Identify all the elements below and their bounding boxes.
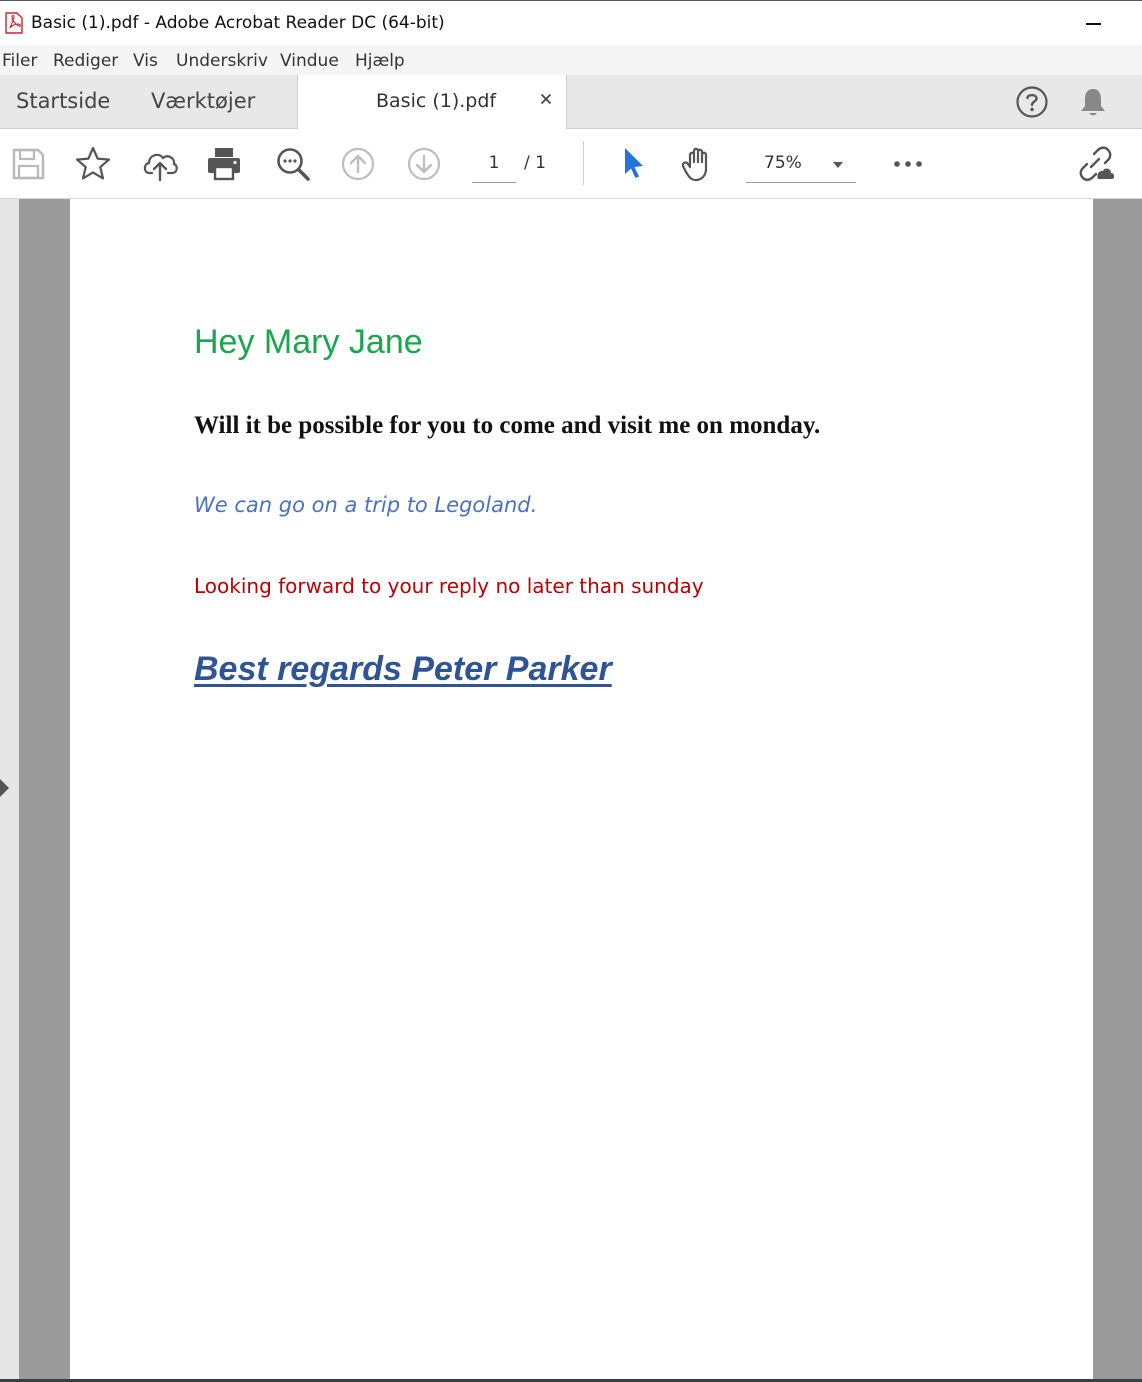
tab-document[interactable]: Basic (1).pdf — [297, 75, 567, 129]
star-icon[interactable] — [74, 145, 112, 183]
tab-home[interactable]: Startside — [16, 89, 110, 113]
toolbar-divider — [583, 141, 584, 185]
select-cursor-icon[interactable] — [614, 145, 652, 183]
more-icon[interactable] — [889, 145, 927, 183]
left-panel-collapsed — [0, 199, 19, 1379]
zoom-dropdown[interactable]: 75% — [746, 147, 856, 183]
zoom-search-icon[interactable] — [274, 145, 312, 183]
menu-filer[interactable]: Filer — [2, 51, 37, 71]
help-icon[interactable] — [1015, 85, 1049, 119]
page-down-icon[interactable] — [405, 145, 443, 183]
window-title: Basic (1).pdf - Adobe Acrobat Reader DC … — [31, 13, 445, 33]
main-toolbar: 1 / 1 75% — [0, 129, 1142, 199]
letter-greeting: Hey Mary Jane — [194, 323, 423, 361]
letter-question: Will it be possible for you to come and … — [194, 412, 821, 439]
tab-tools[interactable]: Værktøjer — [151, 89, 255, 113]
letter-suggestion: We can go on a trip to Legoland. — [194, 493, 538, 517]
notification-bell-icon[interactable] — [1078, 86, 1108, 118]
document-viewer[interactable]: Hey Mary Jane Will it be possible for yo… — [0, 199, 1142, 1379]
menu-underskriv[interactable]: Underskriv — [176, 51, 268, 71]
upload-cloud-icon[interactable] — [141, 145, 179, 183]
print-icon[interactable] — [205, 145, 243, 183]
document-tab-label: Basic (1).pdf — [376, 90, 497, 112]
hand-tool-icon[interactable] — [679, 145, 717, 183]
page-total: / 1 — [524, 153, 546, 173]
window-title-bar: Basic (1).pdf - Adobe Acrobat Reader DC … — [0, 0, 1142, 45]
pdf-page: Hey Mary Jane Will it be possible for yo… — [70, 199, 1093, 1379]
menu-bar: Filer Rediger Vis Underskriv Vindue Hjæl… — [0, 45, 1142, 75]
letter-request: Looking forward to your reply no later t… — [194, 574, 704, 598]
close-icon[interactable] — [538, 91, 554, 107]
expand-panel-icon[interactable] — [0, 779, 10, 797]
page-number-input[interactable]: 1 — [472, 147, 516, 183]
minimize-button[interactable] — [1080, 11, 1110, 37]
tab-bar: Startside Værktøjer Basic (1).pdf — [0, 75, 1142, 129]
menu-rediger[interactable]: Rediger — [53, 51, 118, 71]
page-up-icon[interactable] — [339, 145, 377, 183]
zoom-value: 75% — [764, 153, 802, 173]
save-icon[interactable] — [9, 145, 47, 183]
letter-signoff: Best regards Peter Parker — [194, 650, 612, 688]
menu-hjaelp[interactable]: Hjælp — [355, 51, 405, 71]
chevron-down-icon — [833, 162, 843, 168]
acrobat-pdf-icon — [5, 12, 23, 34]
menu-vindue[interactable]: Vindue — [280, 51, 339, 71]
menu-vis[interactable]: Vis — [133, 51, 158, 71]
share-link-icon[interactable] — [1077, 145, 1115, 183]
